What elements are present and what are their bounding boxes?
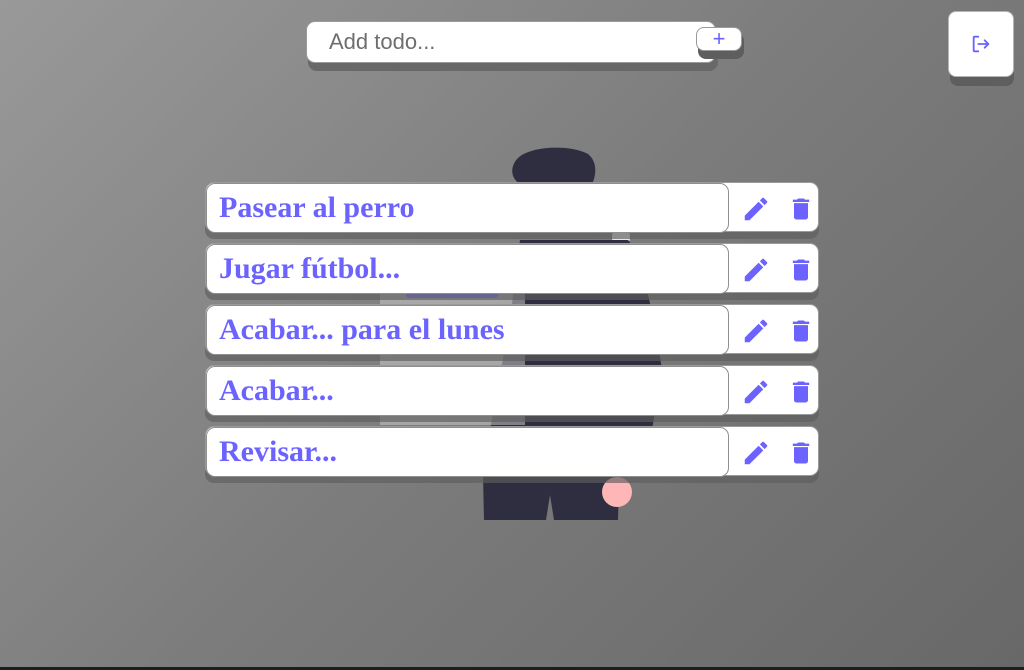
trash-icon [792,198,810,220]
delete-todo-button[interactable] [786,437,816,469]
todo-card: Acabar... [205,365,819,416]
pencil-icon [744,258,768,282]
todo-item: Revisar... [205,426,821,483]
edit-todo-button[interactable] [740,315,772,347]
todo-item: Pasear al perro [205,182,821,239]
todo-list: Pasear al perro Jugar fútbol... Acabar..… [205,182,821,487]
delete-todo-button[interactable] [786,193,816,225]
trash-icon [792,320,810,342]
todo-card: Jugar fútbol... [205,243,819,294]
delete-todo-button[interactable] [786,254,816,286]
pencil-icon [744,319,768,343]
todo-card: Pasear al perro [205,182,819,233]
add-todo-button[interactable]: + [696,27,742,51]
edit-todo-button[interactable] [740,254,772,286]
todo-app: { "add_form": { "placeholder": "Add todo… [0,0,1024,670]
trash-icon [792,442,810,464]
add-todo-input[interactable] [306,21,716,63]
edit-todo-button[interactable] [740,437,772,469]
todo-item: Acabar... [205,365,821,422]
delete-todo-button[interactable] [786,315,816,347]
delete-todo-button[interactable] [786,376,816,408]
todo-text[interactable]: Acabar... para el lunes [206,305,729,355]
pencil-icon [744,441,768,465]
todo-text[interactable]: Acabar... [206,366,729,416]
todo-card: Acabar... para el lunes [205,304,819,355]
add-todo-form: + [306,21,746,71]
todo-text[interactable]: Pasear al perro [206,183,729,233]
todo-text[interactable]: Jugar fútbol... [206,244,729,294]
edit-todo-button[interactable] [740,376,772,408]
edit-todo-button[interactable] [740,193,772,225]
todo-item: Acabar... para el lunes [205,304,821,361]
pencil-icon [744,380,768,404]
trash-icon [792,259,810,281]
todo-text[interactable]: Revisar... [206,427,729,477]
logout-button[interactable] [948,11,1014,77]
todo-card: Revisar... [205,426,819,477]
logout-icon [972,35,990,53]
illustration-hair [512,147,596,184]
pencil-icon [744,197,768,221]
trash-icon [792,381,810,403]
todo-item: Jugar fútbol... [205,243,821,300]
